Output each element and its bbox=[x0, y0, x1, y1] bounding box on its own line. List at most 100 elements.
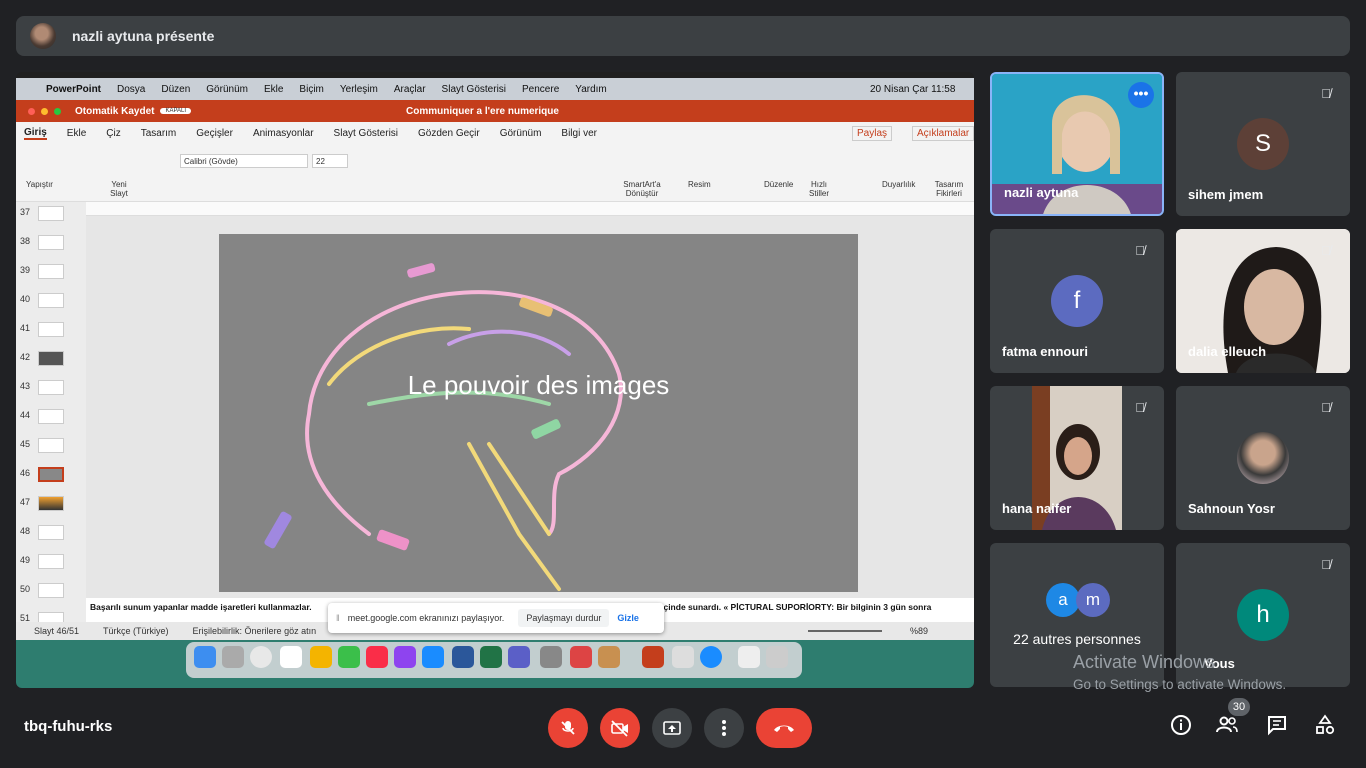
podcasts-icon bbox=[394, 646, 416, 668]
mic-toggle-button[interactable] bbox=[548, 708, 588, 748]
ppt-tabs: Giriş Ekle Çiz Tasarım Geçişler Animasyo… bbox=[16, 122, 974, 144]
safari-icon bbox=[700, 646, 722, 668]
tab: Bilgi ver bbox=[561, 127, 597, 139]
slide-thumbnails: 37 38 39 40 41 42 43 44 45 46 47 48 49 5… bbox=[16, 202, 86, 638]
status-zoom: %89 bbox=[910, 626, 929, 636]
document-icon bbox=[738, 646, 760, 668]
participant-name: Sahnoun Yosr bbox=[1188, 501, 1275, 516]
mic-off-icon: 🎙̸ bbox=[1321, 400, 1331, 415]
mac-desktop bbox=[16, 640, 974, 688]
slide-canvas: Le pouvoir des images bbox=[86, 216, 974, 598]
mac-menubar: PowerPoint Dosya Düzen Görünüm Ekle Biçi… bbox=[16, 78, 974, 100]
activities-button[interactable] bbox=[1312, 714, 1338, 740]
participant-avatar: a bbox=[1046, 583, 1080, 617]
mic-off-icon: 🎙̸ bbox=[1321, 86, 1331, 101]
more-options-icon[interactable]: ••• bbox=[1128, 82, 1154, 108]
participant-tile[interactable]: 🎙̸ Sahnoun Yosr bbox=[1176, 386, 1350, 530]
other-participants-label: 22 autres personnes bbox=[1013, 631, 1141, 647]
status-slide: Slayt 46/51 bbox=[34, 626, 80, 636]
chat-button[interactable] bbox=[1264, 714, 1290, 740]
meeting-details-button[interactable] bbox=[1168, 714, 1194, 740]
tab: Tasarım bbox=[140, 127, 177, 139]
participant-name: dalia elleuch bbox=[1188, 344, 1267, 359]
people-button[interactable]: 30 bbox=[1214, 698, 1250, 740]
menu-item: Biçim bbox=[299, 83, 324, 95]
participant-tile[interactable]: ••• nazli aytuna bbox=[990, 72, 1164, 216]
photos-icon bbox=[310, 646, 332, 668]
notes-text: Başarılı sunum yapanlar madde işaretleri… bbox=[90, 602, 312, 612]
participant-tile[interactable]: 🎙̸ hana naifer bbox=[990, 386, 1164, 530]
teams-icon bbox=[508, 646, 530, 668]
people-icon bbox=[1216, 716, 1238, 733]
launchpad-icon bbox=[222, 646, 244, 668]
participant-tile[interactable]: 🎙̸ f fatma ennouri bbox=[990, 229, 1164, 373]
ruler bbox=[86, 202, 974, 216]
tab: Slayt Gösterisi bbox=[333, 127, 399, 139]
status-accessibility: Erişilebilirlik: Önerilere göz atın bbox=[192, 626, 317, 636]
slide-thumb: 42 bbox=[16, 347, 86, 369]
status-language: Türkçe (Türkiye) bbox=[103, 626, 169, 636]
shared-screen: PowerPoint Dosya Düzen Görünüm Ekle Biçi… bbox=[16, 72, 974, 688]
tab: Görünüm bbox=[499, 127, 542, 139]
slide-thumb: 39 bbox=[16, 260, 86, 282]
participant-name: fatma ennouri bbox=[1002, 344, 1088, 359]
participant-tile[interactable]: 🎙̸ S sihem jmem bbox=[1176, 72, 1350, 216]
hide-button[interactable]: Gizle bbox=[617, 613, 639, 623]
autosave-label: Otomatik Kaydet bbox=[75, 105, 155, 117]
facetime-icon bbox=[338, 646, 360, 668]
share-ppt-button: Paylaş bbox=[852, 125, 893, 141]
app-store-icon bbox=[422, 646, 444, 668]
participant-name: hana naifer bbox=[1002, 501, 1072, 516]
powerpoint-icon bbox=[642, 646, 664, 668]
info-icon bbox=[1171, 715, 1191, 735]
participant-name: sihem jmem bbox=[1188, 187, 1264, 202]
slide: Le pouvoir des images bbox=[219, 234, 858, 592]
activities-icon bbox=[1316, 714, 1335, 735]
finder-icon bbox=[194, 646, 216, 668]
notes-text-right: nin içinde sunardı. « PİCTURAL SUPORİORT… bbox=[646, 602, 932, 612]
sensitivity-label: Duyarlılık bbox=[882, 180, 916, 189]
tab: Gözden Geçir bbox=[418, 127, 480, 139]
new-slide-label: Yeni Slayt bbox=[110, 180, 128, 198]
app-icon bbox=[598, 646, 620, 668]
presenter-avatar bbox=[30, 23, 56, 49]
activate-windows-title: Activate Windows bbox=[1073, 652, 1216, 672]
participant-avatar bbox=[1237, 432, 1289, 484]
participant-avatar: f bbox=[1051, 275, 1103, 327]
presenter-label: nazli aytuna présente bbox=[72, 28, 215, 44]
more-vert-icon bbox=[722, 720, 726, 736]
app-icon bbox=[570, 646, 592, 668]
mac-dock bbox=[186, 642, 802, 678]
slide-thumb: 44 bbox=[16, 405, 86, 427]
mac-clock: 20 Nisan Çar 11:58 bbox=[870, 83, 956, 95]
excel-icon bbox=[480, 646, 502, 668]
trash-icon bbox=[766, 646, 788, 668]
ppt-ribbon: Yapıştır Yeni Slayt Calibri (Gövde) 22 S… bbox=[16, 144, 974, 202]
participant-avatar: S bbox=[1237, 118, 1289, 170]
tab: Ekle bbox=[66, 127, 87, 139]
activate-windows-subtitle: Go to Settings to activate Windows. bbox=[1073, 677, 1287, 692]
slide-thumb: 40 bbox=[16, 289, 86, 311]
participant-tile[interactable]: 🎙̸ dalia elleuch bbox=[1176, 229, 1350, 373]
chrome-icon bbox=[250, 646, 272, 668]
settings-icon bbox=[540, 646, 562, 668]
menu-item: Yerleşim bbox=[339, 83, 378, 95]
menu-item: Slayt Gösterisi bbox=[441, 83, 507, 95]
slide-thumb: 45 bbox=[16, 434, 86, 456]
leave-call-button[interactable] bbox=[756, 708, 812, 748]
paste-label: Yapıştır bbox=[26, 180, 53, 189]
zoom-dot-icon bbox=[54, 107, 61, 115]
camera-toggle-button[interactable] bbox=[600, 708, 640, 748]
more-options-button[interactable] bbox=[704, 708, 744, 748]
preview-icon bbox=[672, 646, 694, 668]
present-button[interactable] bbox=[652, 708, 692, 748]
mic-off-icon bbox=[561, 721, 575, 735]
stop-sharing-button[interactable]: Paylaşmayı durdur bbox=[518, 609, 610, 627]
picture-label: Resim bbox=[688, 180, 711, 189]
menu-item: Düzen bbox=[161, 83, 191, 95]
slide-thumb: 43 bbox=[16, 376, 86, 398]
slide-thumb: 49 bbox=[16, 550, 86, 572]
present-screen-icon bbox=[663, 721, 681, 735]
menu-app: PowerPoint bbox=[46, 83, 102, 95]
slide-thumb: 37 bbox=[16, 202, 86, 224]
